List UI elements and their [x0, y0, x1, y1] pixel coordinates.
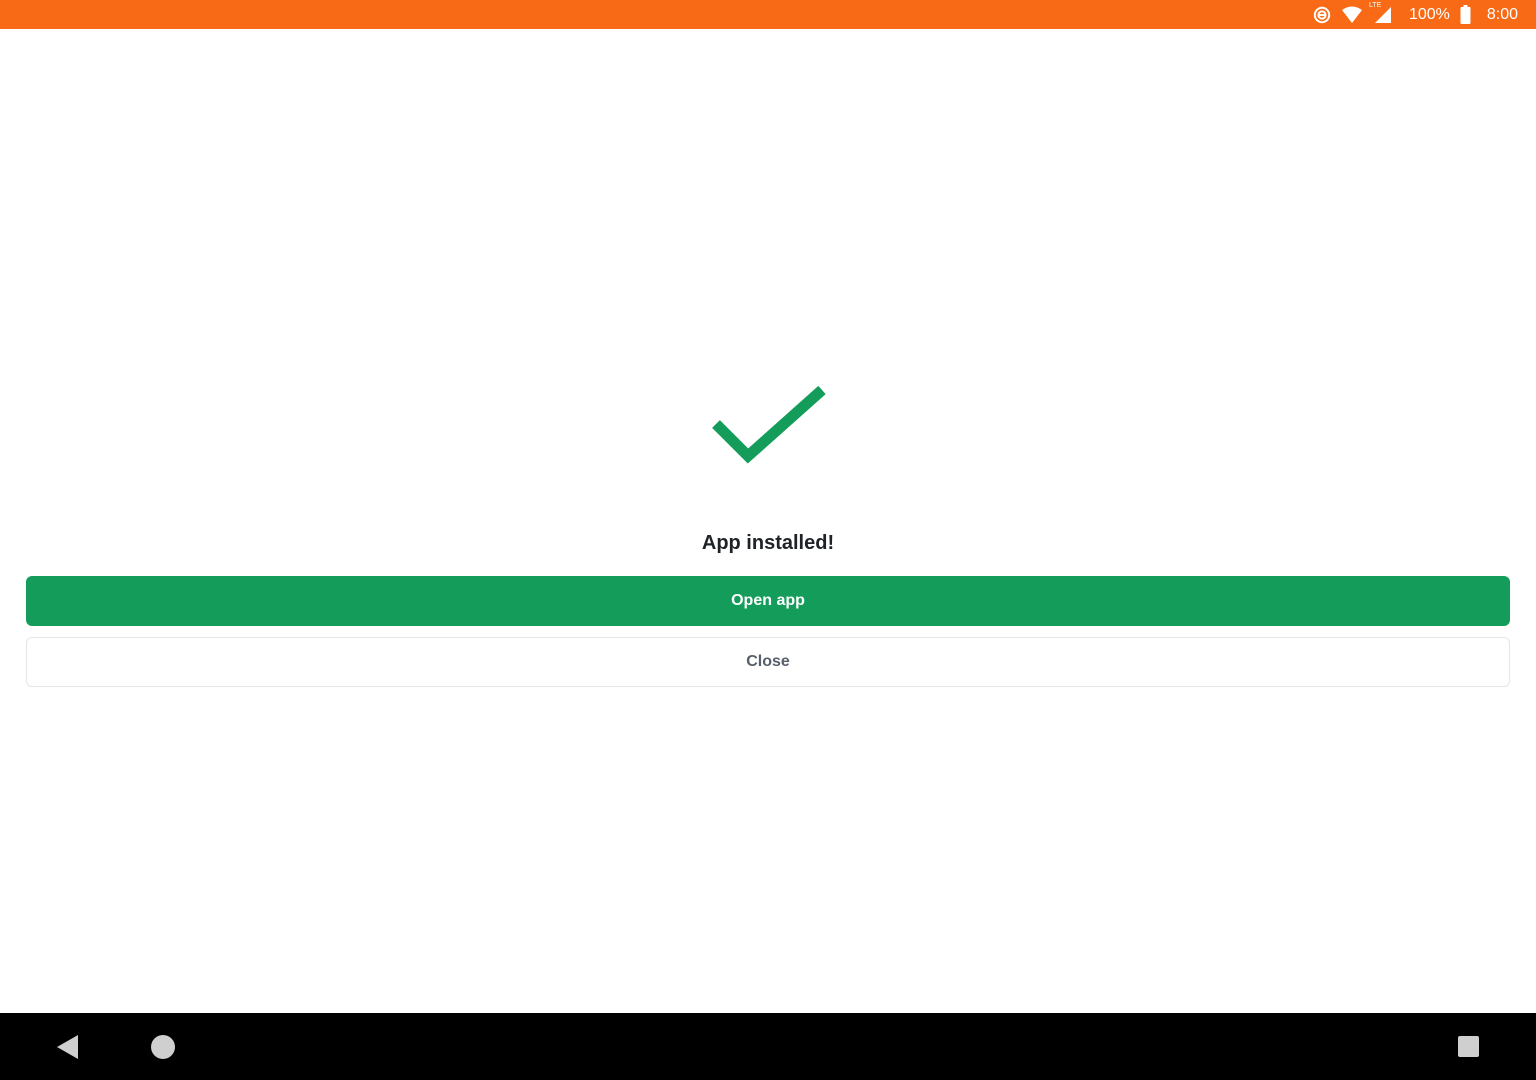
lte-label: LTE: [1368, 1, 1382, 9]
battery-icon: [1460, 5, 1471, 24]
app-installed-screen: LTE 100% 8:00 App installed! Open app Cl…: [0, 0, 1536, 1080]
open-app-label: Open app: [731, 592, 805, 609]
status-icons: LTE 100% 8:00: [1313, 0, 1518, 29]
battery-percent: 100%: [1408, 6, 1450, 23]
wifi-icon: [1341, 6, 1363, 24]
recents-icon[interactable]: [1458, 1036, 1479, 1057]
lte-signal-icon: LTE: [1369, 2, 1393, 24]
close-button[interactable]: Close: [26, 637, 1510, 687]
back-icon[interactable]: [56, 1034, 80, 1060]
clock: 8:00: [1486, 6, 1518, 23]
close-label: Close: [746, 653, 790, 670]
status-bar: LTE 100% 8:00: [0, 0, 1536, 29]
checkmark-icon: [706, 384, 832, 484]
data-saver-icon: [1313, 6, 1331, 24]
home-icon[interactable]: [151, 1035, 175, 1059]
page-title: App installed!: [701, 532, 835, 554]
navigation-bar: [0, 1013, 1536, 1080]
open-app-button[interactable]: Open app: [26, 576, 1510, 626]
